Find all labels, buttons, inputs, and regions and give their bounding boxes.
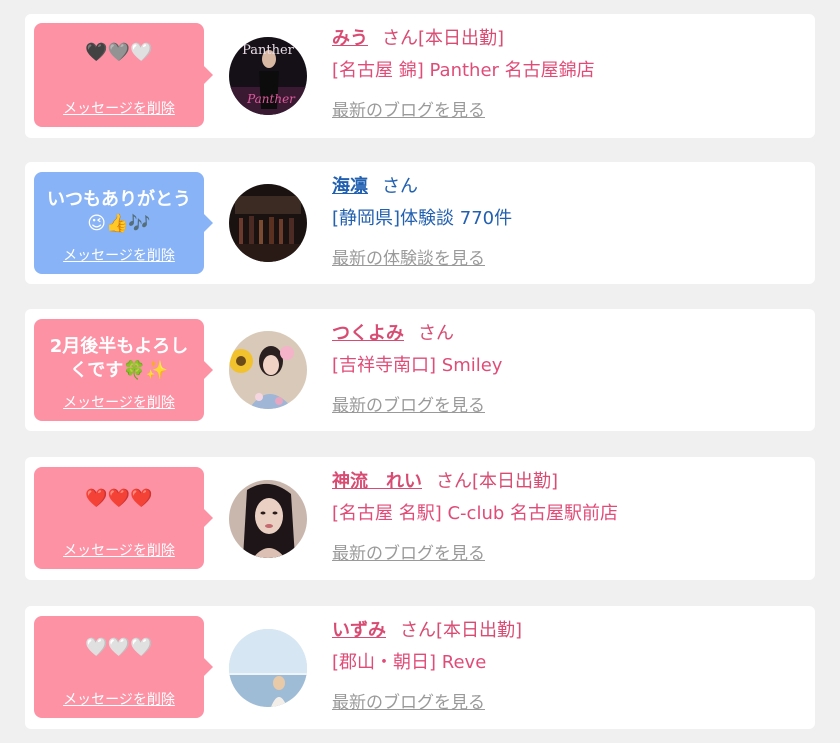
cast-name-link[interactable]: 海凛 bbox=[332, 176, 368, 197]
message-text-line1: いつもありがとう bbox=[47, 189, 191, 210]
latest-blog-link[interactable]: 最新のブログを見る bbox=[332, 96, 485, 121]
delete-message-link[interactable]: メッセージを削除 bbox=[34, 689, 204, 709]
message-text-line2: くです🍀✨ bbox=[69, 360, 169, 381]
avatar[interactable] bbox=[229, 480, 307, 558]
card-info: 海凛 さん [静岡県]体験談 770件 最新の体験談を見る bbox=[332, 174, 512, 269]
latest-blog-link[interactable]: 最新のブログを見る bbox=[332, 391, 485, 416]
avatar[interactable]: Panther Panther bbox=[229, 37, 307, 115]
message-text: 🖤🩶🤍 bbox=[85, 42, 153, 63]
card-info: 神流 れい さん[本日出勤] [名古屋 名駅] C-club 名古屋駅前店 最新の… bbox=[332, 469, 618, 564]
message-bubble: ❤️❤️❤️ メッセージを削除 bbox=[34, 467, 213, 569]
avatar-image bbox=[229, 480, 307, 558]
list-item: いつもありがとう 😉👍🎶 メッセージを削除 海凛 さん [静岡県]体験談 770件 bbox=[25, 162, 815, 284]
list-item: 🖤🩶🤍 メッセージを削除 Panther Panther みう さん[本日出勤] … bbox=[25, 14, 815, 138]
delete-message-link[interactable]: メッセージを削除 bbox=[34, 245, 204, 265]
list-item: 🤍🤍🤍 メッセージを削除 いずみ さん[本日出勤] [郡山・朝日] Reve 最新… bbox=[25, 606, 815, 729]
avatar[interactable] bbox=[229, 184, 307, 262]
message-bubble: いつもありがとう 😉👍🎶 メッセージを削除 bbox=[34, 172, 213, 274]
message-bubble: 2月後半もよろし くです🍀✨ メッセージを削除 bbox=[34, 319, 213, 421]
status-badge: [本日出勤] bbox=[472, 471, 559, 492]
cast-name-link[interactable]: 神流 れい bbox=[332, 471, 422, 492]
shop-name: [名古屋 名駅] C-club 名古屋駅前店 bbox=[332, 503, 619, 524]
status-badge: [本日出勤] bbox=[436, 620, 523, 641]
delete-message-link[interactable]: メッセージを削除 bbox=[34, 392, 204, 412]
honorific: さん bbox=[418, 323, 454, 344]
avatar[interactable] bbox=[229, 331, 307, 409]
status-badge: [本日出勤] bbox=[418, 28, 505, 49]
message-text: 🤍🤍🤍 bbox=[85, 637, 153, 658]
message-text-line2: 😉👍🎶 bbox=[87, 213, 151, 234]
message-bubble: 🖤🩶🤍 メッセージを削除 bbox=[34, 23, 213, 127]
card-info: みう さん[本日出勤] [名古屋 錦] Panther 名古屋錦店 最新のブログを… bbox=[332, 26, 595, 121]
shop-name: [静岡県]体験談 770件 bbox=[332, 208, 513, 229]
latest-blog-link[interactable]: 最新のブログを見る bbox=[332, 688, 485, 713]
svg-text:Panther: Panther bbox=[246, 92, 296, 106]
shop-name: [吉祥寺南口] Smiley bbox=[332, 355, 503, 376]
card-info: つくよみ さん [吉祥寺南口] Smiley 最新のブログを見る bbox=[332, 321, 502, 416]
cast-name-link[interactable]: みう bbox=[332, 28, 368, 49]
shop-name: [郡山・朝日] Reve bbox=[332, 652, 487, 673]
delete-message-link[interactable]: メッセージを削除 bbox=[34, 540, 204, 560]
avatar-image: Panther Panther bbox=[229, 37, 307, 115]
cast-name-link[interactable]: つくよみ bbox=[332, 323, 404, 344]
message-bubble: 🤍🤍🤍 メッセージを削除 bbox=[34, 616, 213, 718]
latest-blog-link[interactable]: 最新のブログを見る bbox=[332, 539, 485, 564]
message-text: ❤️❤️❤️ bbox=[85, 488, 153, 509]
avatar-image bbox=[229, 184, 307, 262]
honorific: さん bbox=[382, 28, 418, 49]
honorific: さん bbox=[400, 620, 436, 641]
shop-name: [名古屋 錦] Panther 名古屋錦店 bbox=[332, 60, 595, 81]
list-item: 2月後半もよろし くです🍀✨ メッセージを削除 つくよみ さん [吉祥寺南口] S… bbox=[25, 309, 815, 431]
message-list: 🖤🩶🤍 メッセージを削除 Panther Panther みう さん[本日出勤] … bbox=[0, 0, 840, 743]
delete-message-link[interactable]: メッセージを削除 bbox=[34, 98, 204, 118]
latest-review-link[interactable]: 最新の体験談を見る bbox=[332, 244, 485, 269]
avatar[interactable] bbox=[229, 629, 307, 707]
cast-name-link[interactable]: いずみ bbox=[332, 620, 386, 641]
avatar-image bbox=[229, 331, 307, 409]
message-text-line1: 2月後半もよろし bbox=[49, 336, 189, 357]
honorific: さん bbox=[382, 176, 418, 197]
avatar-logo-text: Panther bbox=[242, 43, 295, 58]
honorific: さん bbox=[436, 471, 472, 492]
list-item: ❤️❤️❤️ メッセージを削除 神流 れい さん[本日出勤] [名古屋 名駅] C… bbox=[25, 457, 815, 580]
avatar-image bbox=[229, 629, 307, 707]
card-info: いずみ さん[本日出勤] [郡山・朝日] Reve 最新のブログを見る bbox=[332, 618, 522, 713]
